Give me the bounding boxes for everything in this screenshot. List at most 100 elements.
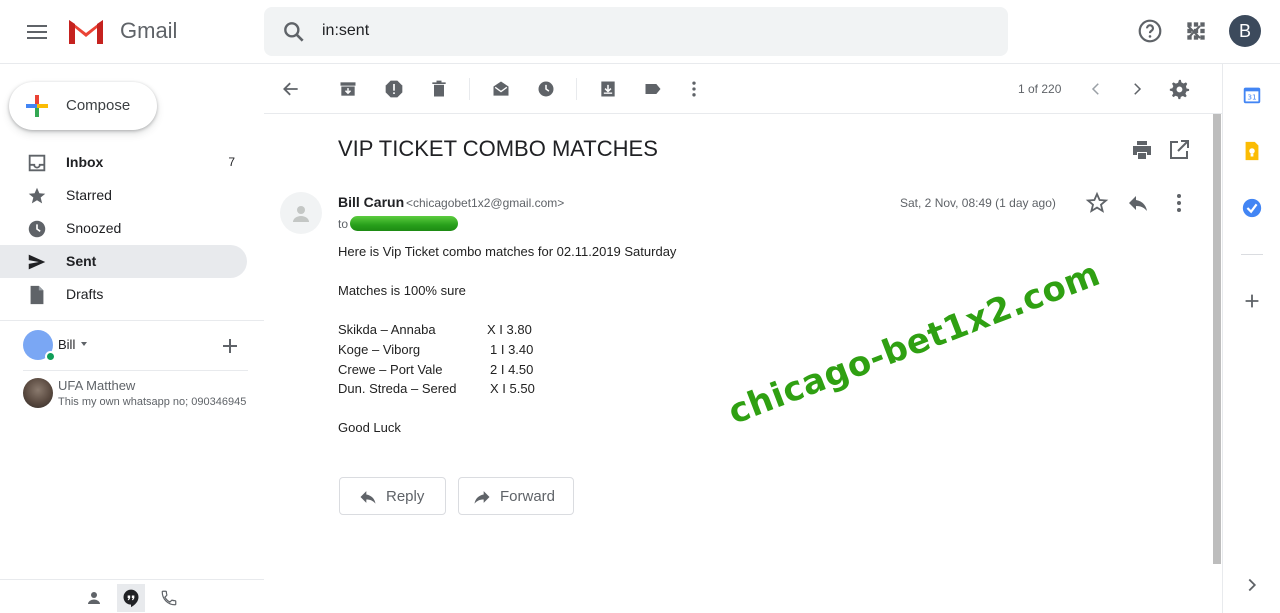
- match-odds: 1 I 3.40: [490, 342, 534, 357]
- search-icon[interactable]: [281, 19, 307, 45]
- hangouts-bottom-bar: [0, 579, 264, 613]
- sidebar-item-starred[interactable]: Starred: [0, 179, 247, 212]
- compose-plus-icon: [26, 95, 48, 117]
- archive-icon[interactable]: [336, 77, 360, 101]
- chevron-down-icon[interactable]: [81, 342, 87, 346]
- search-bar: [264, 7, 1242, 56]
- sidebar-item-drafts[interactable]: Drafts: [0, 278, 247, 311]
- app-name: Gmail: [120, 18, 178, 43]
- sidebar-item-label: Sent: [66, 253, 97, 269]
- message-sure-line: Matches is 100% sure: [338, 283, 466, 298]
- back-arrow-icon[interactable]: [279, 77, 303, 101]
- inbox-icon: [28, 154, 46, 172]
- main-menu-icon[interactable]: [21, 17, 53, 47]
- account-avatar[interactable]: B: [1229, 15, 1261, 47]
- watermark-text: chicago-bet1x2.com: [722, 253, 1106, 433]
- sidebar-item-inbox[interactable]: Inbox 7: [0, 146, 247, 179]
- toolbar-divider: [576, 78, 577, 100]
- expand-panel-chevron-icon[interactable]: [1241, 574, 1263, 596]
- apps-grid-icon[interactable]: [1183, 18, 1209, 44]
- report-spam-icon[interactable]: [382, 77, 406, 101]
- reply-icon[interactable]: [1126, 191, 1150, 215]
- redacted-recipient: [350, 216, 459, 231]
- mark-unread-icon[interactable]: [489, 77, 513, 101]
- settings-gear-icon[interactable]: [1167, 77, 1191, 101]
- more-vert-icon[interactable]: [1167, 191, 1191, 215]
- contact-name: UFA Matthew: [58, 378, 136, 393]
- gmail-window: Gmail B: [0, 0, 1280, 613]
- hangouts-chat-icon[interactable]: [117, 584, 145, 612]
- send-icon: [28, 254, 46, 270]
- match-teams: Skikda – Annaba: [338, 322, 436, 337]
- forward-label: Forward: [500, 488, 556, 505]
- message-counter: 1 of 220: [1018, 82, 1062, 96]
- nav-divider: [0, 320, 264, 321]
- scrollbar-thumb[interactable]: [1213, 114, 1221, 564]
- match-teams: Dun. Streda – Sered: [338, 381, 457, 396]
- forward-icon: [474, 491, 490, 504]
- sidebar-item-snoozed[interactable]: Snoozed: [0, 212, 247, 245]
- hangouts-divider: [23, 370, 248, 371]
- hangouts-user-name: Bill: [58, 337, 76, 352]
- svg-text:31: 31: [1247, 93, 1256, 102]
- open-in-new-window-icon[interactable]: [1167, 138, 1191, 162]
- older-chevron-right-icon[interactable]: [1125, 77, 1149, 101]
- match-odds: 2 I 4.50: [490, 362, 534, 377]
- side-panel: 31: [1222, 64, 1280, 613]
- inbox-unread-count: 7: [228, 155, 235, 169]
- hangouts-contact[interactable]: UFA Matthew This my own whatsapp no; 090…: [0, 375, 264, 411]
- sender-name[interactable]: Bill Carun: [338, 194, 404, 210]
- recipient-line[interactable]: to: [338, 216, 459, 231]
- message-closing: Good Luck: [338, 420, 401, 435]
- forward-button[interactable]: Forward: [458, 477, 574, 515]
- draft-icon: [30, 285, 44, 305]
- sidebar-item-label: Snoozed: [66, 220, 122, 236]
- to-label: to: [338, 216, 349, 231]
- clock-icon: [28, 220, 46, 238]
- toolbar-divider: [469, 78, 470, 100]
- match-teams: Koge – Viborg: [338, 342, 421, 357]
- hangouts-me[interactable]: Bill: [0, 328, 264, 364]
- gmail-m-icon: [69, 20, 103, 44]
- sidebar-nav: Inbox 7 Starred Snoozed Sent Drafts: [0, 146, 264, 311]
- sidebar-item-label: Drafts: [66, 286, 104, 302]
- person-icon[interactable]: [80, 584, 108, 612]
- add-contact-icon[interactable]: [220, 336, 240, 356]
- message-toolbar: 1 of 220: [264, 64, 1222, 114]
- add-addon-icon[interactable]: [1241, 290, 1263, 312]
- snooze-clock-icon[interactable]: [534, 77, 558, 101]
- message-scrollbar[interactable]: [1211, 114, 1222, 564]
- star-outline-icon[interactable]: [1085, 191, 1109, 215]
- gmail-logo[interactable]: Gmail: [66, 15, 177, 47]
- hangouts-panel: Bill UFA Matthew This my own whatsapp no…: [0, 328, 264, 408]
- reply-label: Reply: [386, 488, 425, 505]
- top-header: Gmail B: [0, 0, 1280, 64]
- star-icon: [28, 187, 46, 204]
- match-teams: Crewe – Port Vale: [338, 362, 443, 377]
- label-icon[interactable]: [641, 77, 665, 101]
- delete-icon[interactable]: [427, 77, 451, 101]
- newer-chevron-left-icon[interactable]: [1084, 77, 1108, 101]
- sidebar-item-sent[interactable]: Sent: [0, 245, 247, 278]
- contact-last-message: This my own whatsapp no; 090346945: [58, 396, 247, 408]
- sender-avatar[interactable]: [280, 192, 322, 234]
- side-panel-divider: [1241, 254, 1263, 255]
- message-subject: VIP TICKET COMBO MATCHES: [338, 136, 658, 161]
- sidebar-item-label: Starred: [66, 187, 112, 203]
- contact-avatar: [23, 378, 53, 408]
- match-odds: X I 5.50: [490, 381, 535, 396]
- reply-button[interactable]: Reply: [339, 477, 446, 515]
- search-input[interactable]: [322, 19, 882, 43]
- calendar-icon[interactable]: 31: [1241, 84, 1263, 106]
- message-date: Sat, 2 Nov, 08:49 (1 day ago): [900, 196, 1056, 210]
- help-icon[interactable]: [1137, 18, 1163, 44]
- keep-icon[interactable]: [1241, 140, 1263, 162]
- print-icon[interactable]: [1130, 138, 1154, 162]
- reply-icon: [360, 491, 376, 504]
- tasks-icon[interactable]: [1241, 197, 1263, 219]
- compose-button[interactable]: Compose: [9, 82, 157, 130]
- sender-email: <chicagobet1x2@gmail.com>: [406, 196, 565, 210]
- phone-icon[interactable]: [155, 584, 183, 612]
- move-to-icon[interactable]: [596, 77, 620, 101]
- more-vert-icon[interactable]: [682, 77, 706, 101]
